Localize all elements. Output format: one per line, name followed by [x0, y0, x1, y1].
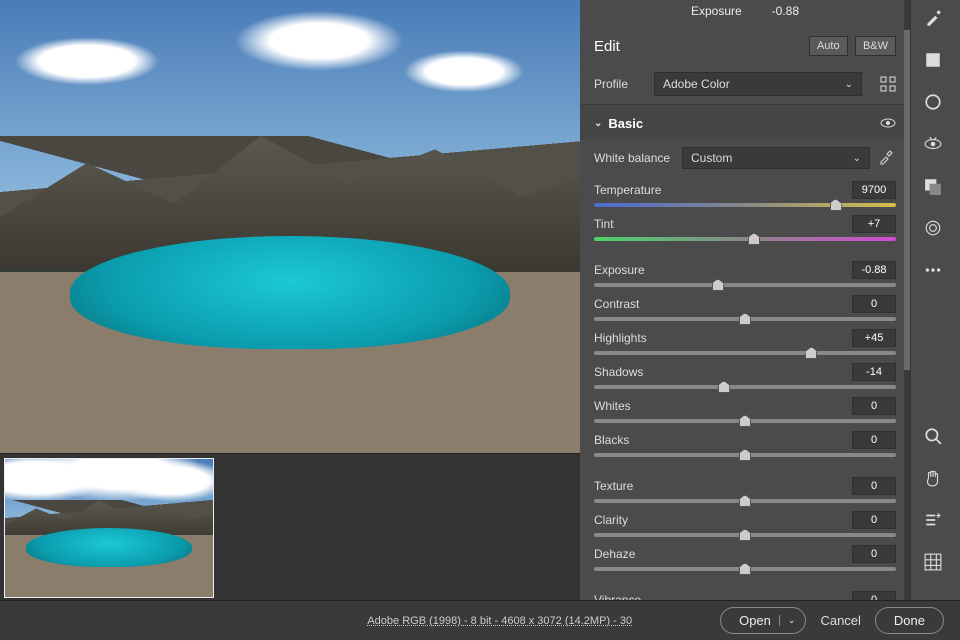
profile-select[interactable]: Adobe Color ⌄ — [654, 72, 862, 96]
redeye-tool-icon[interactable] — [919, 130, 947, 158]
dehaze-slider[interactable]: Dehaze0 — [580, 541, 910, 575]
edit-panel: Exposure -0.88 Edit Auto B&W Profile Ado… — [580, 0, 910, 640]
zoom-tool-icon[interactable] — [919, 422, 947, 450]
panel-scrollbar[interactable] — [904, 0, 910, 640]
radial-filter-icon[interactable] — [919, 214, 947, 242]
headline-value: -0.88 — [772, 4, 799, 18]
chevron-down-icon: ⌄ — [853, 153, 861, 164]
right-toolstrip — [910, 0, 954, 640]
visibility-toggle-icon[interactable] — [880, 115, 896, 131]
footer-bar: Adobe RGB (1998) - 8 bit - 4608 x 3072 (… — [0, 600, 960, 640]
open-menu-caret[interactable]: ⌄ — [779, 615, 796, 626]
done-button[interactable]: Done — [875, 607, 944, 634]
whites-slider[interactable]: Whites0 — [580, 393, 910, 427]
profile-browser-icon[interactable] — [880, 76, 896, 92]
hand-tool-icon[interactable] — [919, 464, 947, 492]
presets-icon[interactable] — [919, 506, 947, 534]
exposure-slider[interactable]: Exposure-0.88 — [580, 257, 910, 291]
bw-button[interactable]: B&W — [855, 36, 896, 56]
chevron-down-icon: ⌄ — [594, 118, 602, 129]
white-balance-select[interactable]: Custom ⌄ — [682, 147, 870, 169]
shadows-slider[interactable]: Shadows-14 — [580, 359, 910, 393]
clarity-slider[interactable]: Clarity0 — [580, 507, 910, 541]
main-preview[interactable] — [0, 0, 580, 453]
section-basic-header[interactable]: ⌄ Basic — [594, 116, 643, 131]
spot-heal-icon[interactable] — [919, 88, 947, 116]
contrast-slider[interactable]: Contrast0 — [580, 291, 910, 325]
filmstrip — [0, 453, 580, 608]
tint-slider[interactable]: Tint+7 — [580, 211, 910, 245]
grid-icon[interactable] — [919, 548, 947, 576]
edit-tool-icon[interactable] — [919, 4, 947, 32]
auto-button[interactable]: Auto — [809, 36, 848, 56]
filmstrip-thumbnail[interactable] — [4, 458, 214, 598]
cancel-button[interactable]: Cancel — [820, 613, 860, 628]
white-balance-label: White balance — [594, 151, 674, 165]
headline-readout: Exposure -0.88 — [580, 0, 910, 28]
file-metadata[interactable]: Adobe RGB (1998) - 8 bit - 4608 x 3072 (… — [367, 615, 632, 627]
chevron-down-icon: ⌄ — [845, 79, 853, 90]
crop-tool-icon[interactable] — [919, 46, 947, 74]
texture-slider[interactable]: Texture0 — [580, 473, 910, 507]
temperature-slider[interactable]: Temperature9700 — [580, 177, 910, 211]
masking-tool-icon[interactable] — [919, 172, 947, 200]
profile-label: Profile — [594, 77, 644, 91]
highlights-slider[interactable]: Highlights+45 — [580, 325, 910, 359]
open-button[interactable]: Open ⌄ — [720, 607, 806, 634]
headline-label: Exposure — [691, 4, 742, 18]
more-icon[interactable] — [919, 256, 947, 284]
panel-title: Edit — [594, 38, 620, 55]
eyedropper-icon[interactable] — [878, 149, 896, 167]
blacks-slider[interactable]: Blacks0 — [580, 427, 910, 461]
